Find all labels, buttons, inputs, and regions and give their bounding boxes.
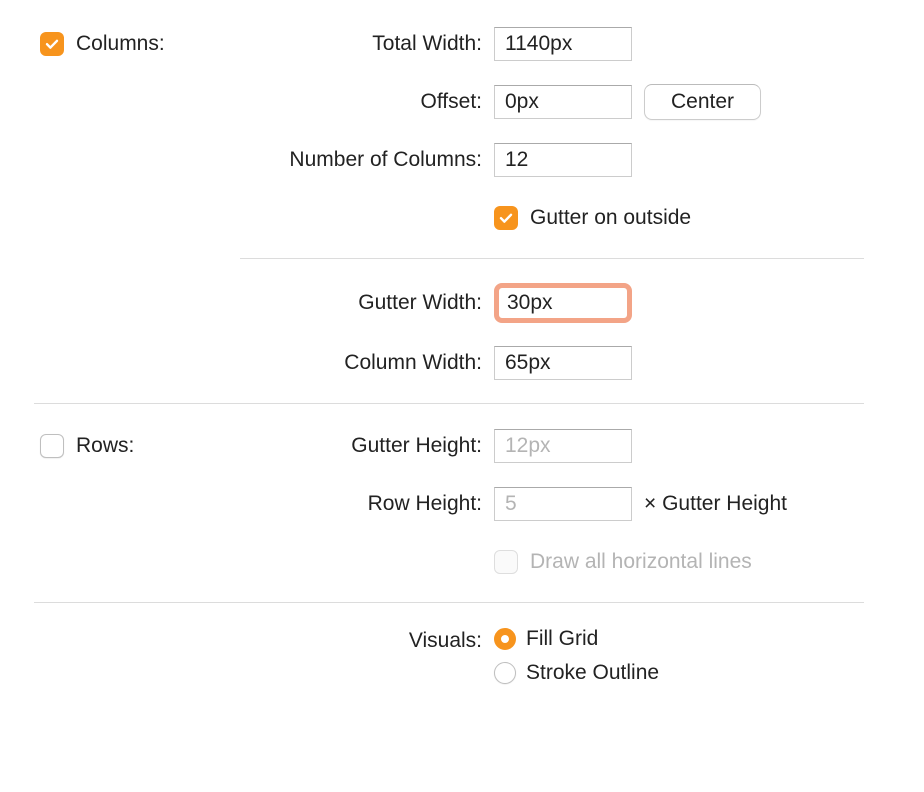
visuals-radio-group: Fill Grid Stroke Outline xyxy=(494,627,659,685)
row-height-label: Row Height: xyxy=(196,492,494,516)
check-icon xyxy=(498,210,514,226)
fill-grid-label: Fill Grid xyxy=(526,627,598,651)
total-width-input[interactable] xyxy=(494,27,632,61)
number-of-columns-label: Number of Columns: xyxy=(196,148,494,172)
divider xyxy=(240,258,864,259)
offset-input[interactable] xyxy=(494,85,632,119)
gutter-on-outside-checkbox[interactable] xyxy=(494,206,518,230)
draw-lines-label: Draw all horizontal lines xyxy=(530,550,752,574)
stroke-outline-label: Stroke Outline xyxy=(526,661,659,685)
columns-section-label: Columns: xyxy=(76,32,196,56)
draw-lines-checkbox xyxy=(494,550,518,574)
check-icon xyxy=(44,36,60,52)
columns-checkbox[interactable] xyxy=(40,32,64,56)
row-height-suffix: × Gutter Height xyxy=(644,492,787,516)
gutter-on-outside-label: Gutter on outside xyxy=(530,206,691,230)
row-height-input xyxy=(494,487,632,521)
offset-label: Offset: xyxy=(196,90,494,114)
column-width-label: Column Width: xyxy=(196,351,494,375)
column-width-input[interactable] xyxy=(494,346,632,380)
gutter-width-input[interactable] xyxy=(494,283,632,323)
rows-checkbox[interactable] xyxy=(40,434,64,458)
total-width-label: Total Width: xyxy=(196,32,494,56)
center-button[interactable]: Center xyxy=(644,84,761,120)
divider xyxy=(34,602,864,603)
gutter-height-label: Gutter Height: xyxy=(196,434,494,458)
fill-grid-radio[interactable] xyxy=(494,628,516,650)
gutter-width-label: Gutter Width: xyxy=(196,291,494,315)
stroke-outline-radio[interactable] xyxy=(494,662,516,684)
rows-section-label: Rows: xyxy=(76,434,196,458)
divider xyxy=(34,403,864,404)
visuals-label: Visuals: xyxy=(196,627,494,653)
gutter-height-input xyxy=(494,429,632,463)
number-of-columns-input[interactable] xyxy=(494,143,632,177)
